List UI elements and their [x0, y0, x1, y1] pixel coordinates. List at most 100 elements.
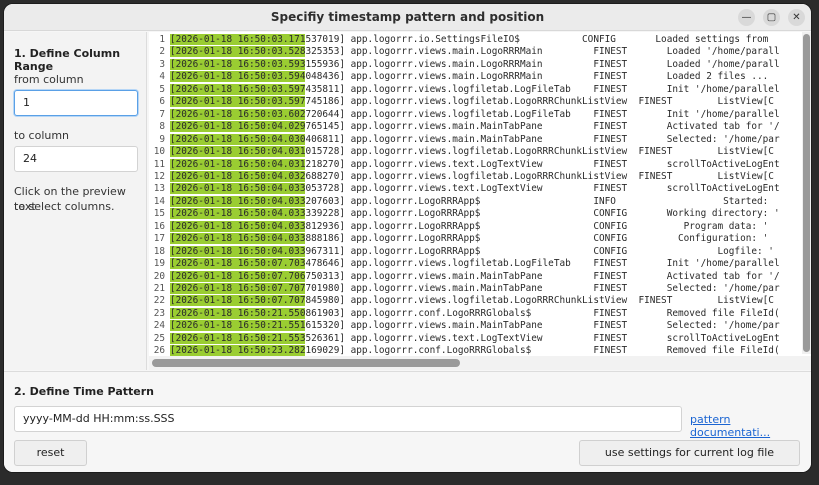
horizontal-scrollbar[interactable]	[149, 356, 811, 370]
log-text[interactable]: 053728] app.logorrr.views.text.LogTextVi…	[305, 183, 779, 194]
log-text[interactable]: 207603] app.logorrr.LogoRRRApp$ INFO Sta…	[305, 196, 768, 207]
line-number: 18	[153, 245, 165, 257]
log-text[interactable]: 537019] app.logorrr.io.SettingsFileIO$ C…	[305, 34, 768, 45]
selected-timestamp[interactable]: [2026-01-18 16:50:03.594	[170, 71, 306, 83]
log-line[interactable]: 18 [2026-01-18 16:50:04.033967311] app.lo…	[149, 245, 774, 259]
log-preview[interactable]: 1 [2026-01-18 16:50:03.171537019] app.log…	[149, 32, 811, 370]
log-line[interactable]: 19 [2026-01-18 16:50:07.703478646] app.lo…	[149, 258, 780, 271]
log-text[interactable]: 048436] app.logorrr.views.main.LogoRRRMa…	[305, 71, 768, 82]
log-line[interactable]: 11 [2026-01-18 16:50:04.031218270] app.lo…	[149, 158, 780, 172]
selected-timestamp[interactable]: [2026-01-18 16:50:04.029	[170, 121, 306, 133]
line-number: 20	[153, 270, 165, 282]
time-pattern-input[interactable]: yyyy-MM-dd HH:mm:ss.SSS	[14, 406, 682, 432]
selected-timestamp[interactable]: [2026-01-18 16:50:04.033	[170, 233, 306, 245]
log-line[interactable]: 20 [2026-01-18 16:50:07.706750313] app.lo…	[149, 270, 780, 284]
log-line[interactable]: 9 [2026-01-18 16:50:04.030406811] app.log…	[149, 133, 780, 147]
log-line[interactable]: 5 [2026-01-18 16:50:03.597435811] app.log…	[149, 83, 780, 97]
log-text[interactable]: 155936] app.logorrr.views.main.LogoRRRMa…	[305, 59, 779, 70]
selected-timestamp[interactable]: [2026-01-18 16:50:07.706	[170, 270, 306, 282]
log-text[interactable]: 967311] app.logorrr.LogoRRRApp$ CONFIG L…	[305, 246, 773, 257]
log-text[interactable]: 861903] app.logorrr.conf.LogoRRRGlobals$…	[305, 308, 779, 319]
log-text[interactable]: 765145] app.logorrr.views.main.MainTabPa…	[305, 121, 779, 132]
log-lines[interactable]: 1 [2026-01-18 16:50:03.171537019] app.log…	[149, 34, 801, 356]
selected-timestamp[interactable]: [2026-01-18 16:50:07.707	[170, 295, 306, 307]
from-column-input[interactable]: 1	[14, 90, 138, 116]
log-line[interactable]: 7 [2026-01-18 16:50:03.602720644] app.log…	[149, 108, 780, 122]
log-line[interactable]: 15 [2026-01-18 16:50:04.033339228] app.lo…	[149, 208, 780, 221]
title-bar[interactable]: Specifiy timestamp pattern and position …	[4, 4, 811, 31]
selected-timestamp[interactable]: [2026-01-18 16:50:07.707	[170, 283, 306, 294]
vertical-scroll-thumb[interactable]	[803, 34, 810, 352]
log-line[interactable]: 3 [2026-01-18 16:50:03.593155936] app.log…	[149, 58, 780, 72]
to-column-input[interactable]: 24	[14, 146, 138, 172]
log-text[interactable]: 701980] app.logorrr.views.main.MainTabPa…	[305, 283, 779, 294]
selected-timestamp[interactable]: [2026-01-18 16:50:03.593	[170, 58, 306, 70]
close-button[interactable]: ✕	[788, 9, 805, 26]
log-text[interactable]: 688270] app.logorrr.views.logfiletab.Log…	[305, 171, 773, 182]
line-number: 22	[153, 295, 165, 307]
horizontal-scroll-thumb[interactable]	[152, 359, 460, 367]
log-line[interactable]: 1 [2026-01-18 16:50:03.171537019] app.log…	[149, 34, 768, 47]
selected-timestamp[interactable]: [2026-01-18 16:50:04.033	[170, 208, 306, 220]
line-number: 6	[159, 96, 165, 108]
log-line[interactable]: 25 [2026-01-18 16:50:21.553526361] app.lo…	[149, 332, 780, 346]
selected-timestamp[interactable]: [2026-01-18 16:50:03.602	[170, 108, 306, 120]
log-line[interactable]: 17 [2026-01-18 16:50:04.033888186] app.lo…	[149, 233, 768, 246]
apply-settings-button[interactable]: use settings for current log file	[579, 440, 800, 466]
log-text[interactable]: 745186] app.logorrr.views.logfiletab.Log…	[305, 96, 773, 107]
selected-timestamp[interactable]: [2026-01-18 16:50:04.033	[170, 245, 306, 257]
selected-timestamp[interactable]: [2026-01-18 16:50:21.550	[170, 307, 306, 319]
selected-timestamp[interactable]: [2026-01-18 16:50:23.282	[170, 345, 306, 356]
log-text[interactable]: 845980] app.logorrr.views.logfiletab.Log…	[305, 295, 773, 306]
log-text[interactable]: 888186] app.logorrr.LogoRRRApp$ CONFIG C…	[305, 233, 768, 244]
log-text[interactable]: 325353] app.logorrr.views.main.LogoRRRMa…	[305, 46, 779, 57]
log-line[interactable]: 2 [2026-01-18 16:50:03.528325353] app.log…	[149, 46, 780, 59]
selected-timestamp[interactable]: [2026-01-18 16:50:21.553	[170, 332, 306, 344]
log-text[interactable]: 720644] app.logorrr.views.logfiletab.Log…	[305, 109, 779, 120]
selected-timestamp[interactable]: [2026-01-18 16:50:04.031	[170, 146, 306, 158]
selected-timestamp[interactable]: [2026-01-18 16:50:03.597	[170, 96, 306, 108]
log-line[interactable]: 4 [2026-01-18 16:50:03.594048436] app.log…	[149, 71, 768, 84]
log-text[interactable]: 435811] app.logorrr.views.logfiletab.Log…	[305, 84, 779, 95]
log-text[interactable]: 406811] app.logorrr.views.main.MainTabPa…	[305, 134, 779, 145]
selected-timestamp[interactable]: [2026-01-18 16:50:04.031	[170, 158, 306, 170]
vertical-scrollbar[interactable]	[802, 32, 811, 354]
selected-timestamp[interactable]: [2026-01-18 16:50:03.597	[170, 83, 306, 95]
log-line[interactable]: 12 [2026-01-18 16:50:04.032688270] app.lo…	[149, 170, 774, 184]
selected-timestamp[interactable]: [2026-01-18 16:50:03.528	[170, 46, 306, 58]
selected-timestamp[interactable]: [2026-01-18 16:50:04.033	[170, 183, 306, 195]
log-line[interactable]: 13 [2026-01-18 16:50:04.033053728] app.lo…	[149, 183, 780, 196]
log-text[interactable]: 015728] app.logorrr.views.logfiletab.Log…	[305, 146, 773, 157]
line-number: 4	[159, 71, 165, 83]
log-line[interactable]: 6 [2026-01-18 16:50:03.597745186] app.log…	[149, 96, 774, 109]
log-line[interactable]: 24 [2026-01-18 16:50:21.551615320] app.lo…	[149, 320, 780, 333]
log-text[interactable]: 339228] app.logorrr.LogoRRRApp$ CONFIG W…	[305, 208, 779, 219]
log-line[interactable]: 8 [2026-01-18 16:50:04.029765145] app.log…	[149, 121, 780, 134]
log-text[interactable]: 218270] app.logorrr.views.text.LogTextVi…	[305, 159, 779, 170]
log-line[interactable]: 10 [2026-01-18 16:50:04.031015728] app.lo…	[149, 146, 774, 159]
log-line[interactable]: 14 [2026-01-18 16:50:04.033207603] app.lo…	[149, 195, 768, 209]
selected-timestamp[interactable]: [2026-01-18 16:50:04.032	[170, 170, 306, 182]
log-text[interactable]: 750313] app.logorrr.views.main.MainTabPa…	[305, 271, 779, 282]
log-text[interactable]: 615320] app.logorrr.views.main.MainTabPa…	[305, 320, 779, 331]
selected-timestamp[interactable]: [2026-01-18 16:50:04.033	[170, 220, 306, 232]
log-line[interactable]: 16 [2026-01-18 16:50:04.033812936] app.lo…	[149, 220, 768, 234]
minimize-button[interactable]: —	[738, 9, 755, 26]
selected-timestamp[interactable]: [2026-01-18 16:50:21.551	[170, 320, 306, 332]
selected-timestamp[interactable]: [2026-01-18 16:50:03.171	[170, 34, 306, 45]
line-number: 24	[153, 320, 165, 332]
log-line[interactable]: 21 [2026-01-18 16:50:07.707701980] app.lo…	[149, 283, 780, 296]
log-text[interactable]: 812936] app.logorrr.LogoRRRApp$ CONFIG P…	[305, 221, 768, 232]
log-text[interactable]: 526361] app.logorrr.views.text.LogTextVi…	[305, 333, 779, 344]
reset-button[interactable]: reset	[14, 440, 87, 466]
log-line[interactable]: 22 [2026-01-18 16:50:07.707845980] app.lo…	[149, 295, 774, 308]
log-text[interactable]: 169029] app.logorrr.conf.LogoRRRGlobals$…	[305, 345, 779, 356]
pattern-documentation-link[interactable]: pattern documentati...	[690, 413, 811, 439]
maximize-button[interactable]: ▢	[763, 9, 780, 26]
selected-timestamp[interactable]: [2026-01-18 16:50:04.033	[170, 195, 306, 207]
log-text[interactable]: 478646] app.logorrr.views.logfiletab.Log…	[305, 258, 779, 269]
log-line[interactable]: 23 [2026-01-18 16:50:21.550861903] app.lo…	[149, 307, 780, 321]
selected-timestamp[interactable]: [2026-01-18 16:50:07.703	[170, 258, 306, 270]
log-line[interactable]: 26 [2026-01-18 16:50:23.282169029] app.lo…	[149, 345, 780, 356]
selected-timestamp[interactable]: [2026-01-18 16:50:04.030	[170, 133, 306, 145]
